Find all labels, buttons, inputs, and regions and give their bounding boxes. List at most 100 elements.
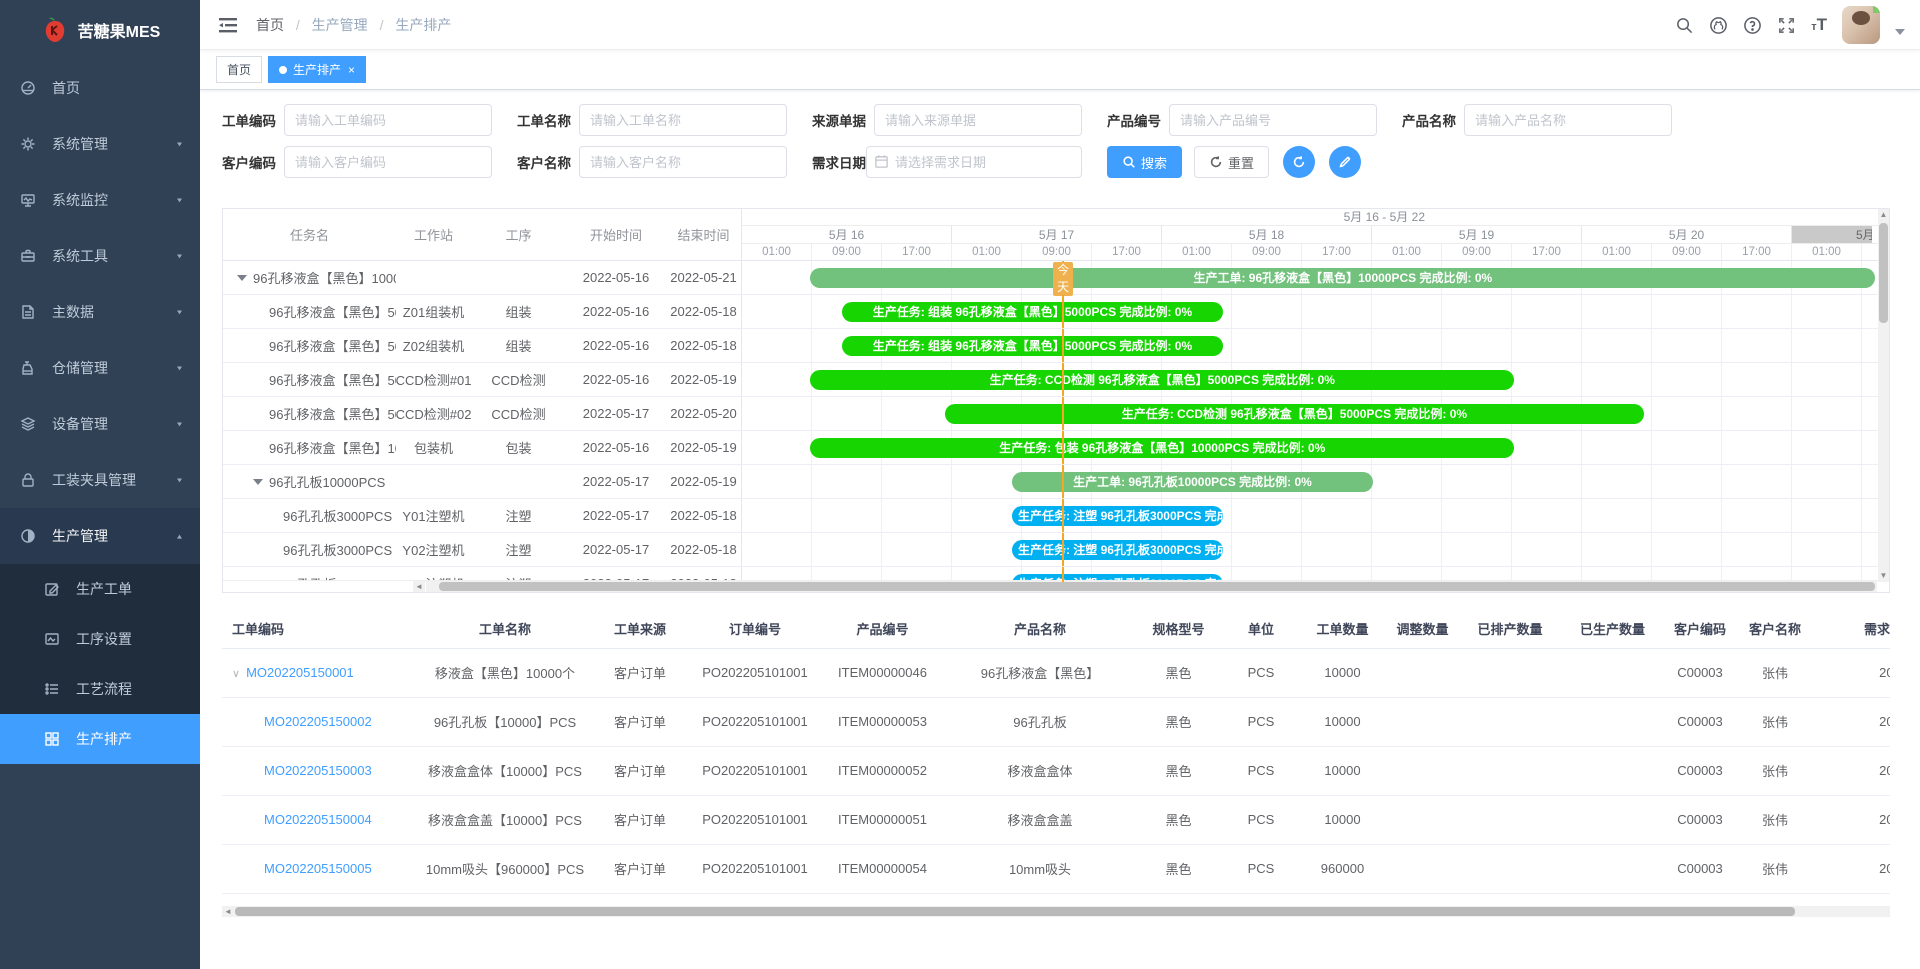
collapse-triangle-icon[interactable] — [237, 275, 247, 281]
gantt-row[interactable]: 96孔移液盒【黑色】10000PC 2022-05-162022-05-21 今… — [223, 261, 1889, 295]
gantt-row[interactable]: 96孔移液盒【黑色】5000P Z02组装机组装 2022-05-162022-… — [223, 329, 1889, 363]
scrollbar-thumb[interactable] — [1879, 223, 1888, 323]
search-icon[interactable] — [1675, 16, 1694, 35]
sidebar-item-production-scheduling[interactable]: 生产排产 — [0, 714, 200, 764]
work-order-link[interactable]: MO202205150002 — [264, 714, 372, 729]
scroll-left-arrow-icon[interactable]: ◄ — [413, 581, 425, 592]
sidebar-item-work-orders[interactable]: 生产工单 — [0, 564, 200, 614]
gantt-bar-task[interactable]: 生产任务: 组装 96孔移液盒【黑色】5000PCS 完成比例: 0% — [842, 336, 1222, 356]
caret-down-icon[interactable] — [1895, 29, 1905, 35]
table-horizontal-scrollbar[interactable]: ◄ — [222, 906, 1890, 917]
gantt-row[interactable]: 96孔孔板10000PCS 2022-05-172022-05-19 生产工单:… — [223, 465, 1889, 499]
refresh-gantt-button[interactable] — [1283, 146, 1315, 178]
sidebar-item-warehouse[interactable]: 仓储管理 ▾ — [0, 340, 200, 396]
sidebar: 苦糖果MES 首页 系统管理 ▾ 系统监控 ▾ 系统工具 ▾ 主数据 ▾ 仓储管… — [0, 0, 200, 969]
sidebar-item-production-mgmt[interactable]: 生产管理 ▾ — [0, 508, 200, 564]
work-order-link[interactable]: MO202205150004 — [264, 812, 372, 827]
avatar[interactable] — [1842, 6, 1880, 44]
customer-code-input[interactable] — [284, 146, 492, 178]
scrollbar-thumb[interactable] — [439, 582, 1875, 591]
col-header: 已排产数量 — [1460, 610, 1560, 648]
sidebar-item-system-monitor[interactable]: 系统监控 ▾ — [0, 172, 200, 228]
product-name-input[interactable] — [1464, 104, 1672, 136]
sidebar-item-master-data[interactable]: 主数据 ▾ — [0, 284, 200, 340]
sidebar-item-equipment[interactable]: 设备管理 ▾ — [0, 396, 200, 452]
gantt-vertical-scrollbar[interactable]: ▲ ▼ — [1878, 209, 1889, 582]
table-row[interactable]: MO202205150004 移液盒盒盖【10000】PCS客户订单PO2022… — [222, 795, 1890, 844]
col-header: 工单数量 — [1300, 610, 1385, 648]
scroll-down-arrow-icon[interactable]: ▼ — [1878, 570, 1889, 582]
col-header: 已生产数量 — [1560, 610, 1665, 648]
reset-button[interactable]: 重置 — [1194, 146, 1269, 178]
sidebar-fold-icon[interactable] — [218, 15, 238, 35]
demand-date-input[interactable] — [866, 146, 1082, 178]
expand-caret-icon[interactable]: ∨ — [232, 668, 240, 680]
sidebar-item-home[interactable]: 首页 — [0, 60, 200, 116]
scroll-left-arrow-icon[interactable]: ◄ — [222, 906, 234, 917]
table-row[interactable]: MO202205150003 移液盒盒体【10000】PCS客户订单PO2022… — [222, 746, 1890, 795]
tab-production-scheduling[interactable]: 生产排产× — [268, 56, 366, 83]
sidebar-item-process-flow[interactable]: 工艺流程 — [0, 664, 200, 714]
col-header: 工单来源 — [590, 610, 690, 648]
today-line — [1062, 533, 1064, 566]
gantt-hours-row: 01:0009:0017:0001:0009:0017:0001:0009:00… — [742, 244, 1889, 260]
customer-name-input[interactable] — [579, 146, 787, 178]
breadcrumb-home[interactable]: 首页 — [256, 17, 284, 33]
font-size-icon[interactable]: тT — [1811, 15, 1827, 35]
chevron-down-icon: ▾ — [177, 476, 182, 485]
layers-icon — [20, 416, 36, 432]
work-order-link[interactable]: MO202205150003 — [264, 763, 372, 778]
table-row[interactable]: ∨MO202205150001 移液盒【黑色】10000个客户订单PO20220… — [222, 648, 1890, 697]
help-icon[interactable] — [1743, 16, 1762, 35]
gantt-row[interactable]: 96孔移液盒【黑色】5000P CCD检测#01CCD检测 2022-05-16… — [223, 363, 1889, 397]
sidebar-item-fixtures[interactable]: 工装夹具管理 ▾ — [0, 452, 200, 508]
table-row[interactable]: MO202205150005 10mm吸头【960000】PCS客户订单PO20… — [222, 844, 1890, 893]
product-code-input[interactable] — [1169, 104, 1377, 136]
gantt-row[interactable]: 96孔移液盒【黑色】5000P CCD检测#02CCD检测 2022-05-17… — [223, 397, 1889, 431]
gantt-horizontal-scrollbar[interactable]: ◄ — [223, 580, 1889, 592]
work-order-link[interactable]: MO202205150001 — [246, 665, 354, 680]
work-order-table: 工单编码 工单名称 工单来源 订单编号 产品编号 产品名称 规格型号 单位 工单… — [222, 610, 1890, 906]
gantt-row[interactable]: 96孔移液盒【黑色】5000P Z01组装机组装 2022-05-162022-… — [223, 295, 1889, 329]
sidebar-item-process-settings[interactable]: 工序设置 — [0, 614, 200, 664]
production-submenu: 生产工单 工序设置 工艺流程 生产排产 — [0, 564, 200, 764]
gantt-bar-task[interactable]: 生产任务: CCD检测 96孔移液盒【黑色】5000PCS 完成比例: 0% — [945, 404, 1644, 424]
work-order-code-input[interactable] — [284, 104, 492, 136]
hour-tick: 09:00 — [1232, 244, 1302, 260]
source-doc-input[interactable] — [874, 104, 1082, 136]
gantt-bar-task[interactable]: 生产任务: 包装 96孔移液盒【黑色】10000PCS 完成比例: 0% — [810, 438, 1514, 458]
collapse-triangle-icon[interactable] — [253, 479, 263, 485]
field-label: 工单编码 — [222, 110, 284, 130]
gantt-bar-order[interactable]: 生产工单: 96孔移液盒【黑色】10000PCS 完成比例: 0% — [810, 268, 1875, 288]
tab-home[interactable]: 首页 — [216, 56, 262, 83]
gantt-bar-selected[interactable]: 生产任务: 注塑 96孔孔板3000PCS 完成比例: 0% — [1012, 540, 1223, 560]
fullscreen-icon[interactable] — [1777, 16, 1796, 35]
gantt-range-row: 5月 16 - 5月 22 — [742, 209, 1889, 226]
gantt-row[interactable]: 96孔孔板3000PCS Y01注塑机注塑 2022-05-172022-05-… — [223, 499, 1889, 533]
gantt-bar-order[interactable]: 生产工单: 96孔孔板10000PCS 完成比例: 0% — [1012, 472, 1373, 492]
close-icon[interactable]: × — [348, 64, 355, 76]
table-row[interactable]: MO202205150002 96孔孔板【10000】PCS客户订单PO2022… — [222, 697, 1890, 746]
gantt-timeline-header: 5月 16 - 5月 22 5月 16 5月 17 5月 18 5月 19 5月… — [741, 209, 1889, 260]
app-logo[interactable]: 苦糖果MES — [0, 0, 200, 60]
pencil-icon — [1338, 155, 1352, 169]
work-order-link[interactable]: MO202205150005 — [264, 861, 372, 876]
sidebar-item-label: 设备管理 — [52, 414, 108, 434]
today-line — [1062, 295, 1064, 328]
gantt-bar-selected[interactable]: 生产任务: 注塑 96孔孔板3000PCS 完成比例: 0% — [1012, 506, 1223, 526]
github-icon[interactable] — [1709, 16, 1728, 35]
scrollbar-thumb[interactable] — [235, 907, 1795, 916]
edit-schedule-button[interactable] — [1329, 146, 1361, 178]
work-order-name-input[interactable] — [579, 104, 787, 136]
sidebar-item-system-tools[interactable]: 系统工具 ▾ — [0, 228, 200, 284]
gantt-row[interactable]: 96孔移液盒【黑色】1000 包装机包装 2022-05-162022-05-1… — [223, 431, 1889, 465]
search-button[interactable]: 搜索 — [1107, 146, 1182, 178]
scroll-up-arrow-icon[interactable]: ▲ — [1878, 209, 1889, 221]
gantt-row[interactable]: 96孔孔板3000PCS Y02注塑机注塑 2022-05-172022-05-… — [223, 533, 1889, 567]
sidebar-item-system-mgmt[interactable]: 系统管理 ▾ — [0, 116, 200, 172]
app-title: 苦糖果MES — [78, 18, 161, 42]
gantt-bar-task[interactable]: 生产任务: CCD检测 96孔移液盒【黑色】5000PCS 完成比例: 0% — [810, 370, 1514, 390]
sidebar-item-label: 系统管理 — [52, 134, 108, 154]
breadcrumb-production-mgmt[interactable]: 生产管理 — [312, 17, 368, 33]
gantt-bar-task[interactable]: 生产任务: 组装 96孔移液盒【黑色】5000PCS 完成比例: 0% — [842, 302, 1222, 322]
